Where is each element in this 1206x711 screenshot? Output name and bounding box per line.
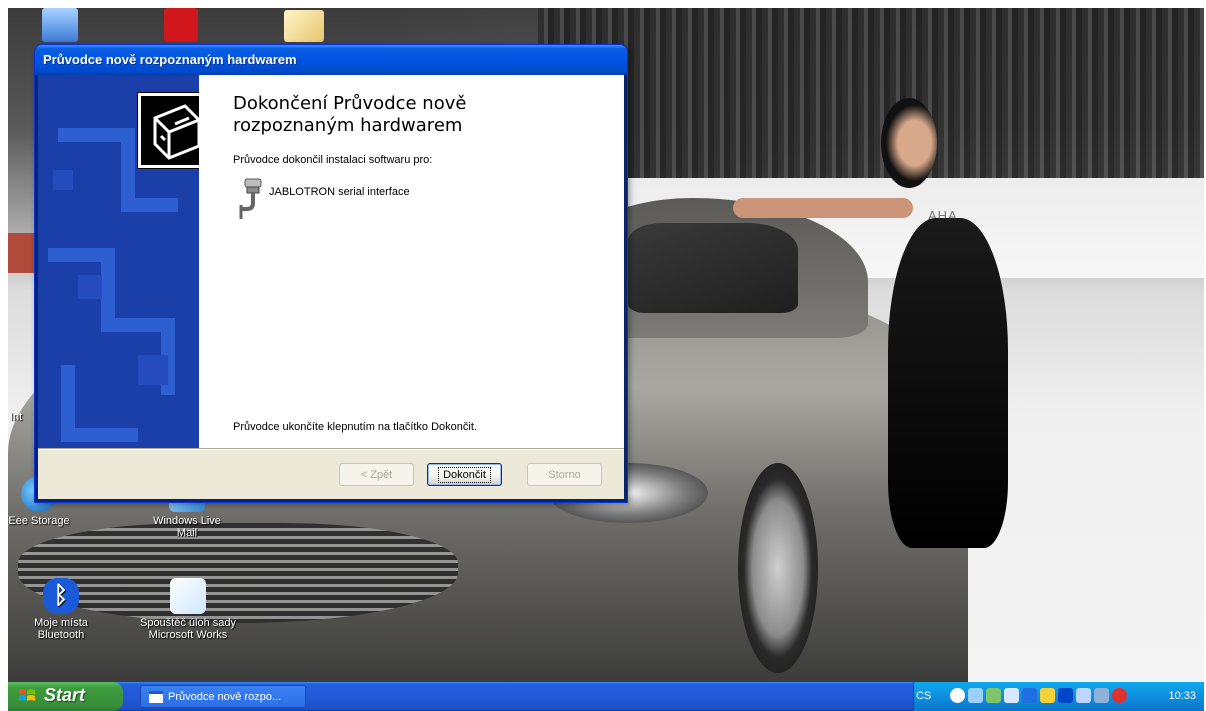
tray-icons <box>950 688 1127 703</box>
hardware-wizard-dialog: Průvodce nově rozpoznaným hardwarem Doko… <box>34 44 628 503</box>
display-icon[interactable] <box>1076 688 1091 703</box>
bluetooth-tray-icon[interactable] <box>1058 688 1073 703</box>
wallpaper-car-windshield <box>628 223 798 313</box>
my-computer-icon[interactable] <box>42 8 78 42</box>
taskbar-task-hardware-wizard[interactable]: Průvodce nově rozpo... <box>140 685 306 708</box>
volume-icon[interactable] <box>1004 688 1019 703</box>
network-icon[interactable] <box>968 688 983 703</box>
bluetooth-icon: ᛒ <box>43 578 79 614</box>
adobe-reader-icon[interactable] <box>164 8 198 42</box>
taskbar-task-label: Průvodce nově rozpo... <box>168 691 282 703</box>
dialog-separator <box>38 448 624 450</box>
dialog-title-bar[interactable]: Průvodce nově rozpoznaným hardwarem <box>35 45 627 75</box>
desktop-icon-bluetooth[interactable]: ᛒ Moje místa Bluetooth <box>16 578 106 641</box>
desktop-icon-label: Windows Live Mail <box>153 515 221 539</box>
start-label: Start <box>44 685 86 705</box>
battery-icon[interactable] <box>1022 688 1037 703</box>
desktop-icon-label: Spouštěč úloh sady Microsoft Works <box>139 617 236 641</box>
wallpaper-woman-arm <box>733 198 913 218</box>
window-icon <box>149 691 163 703</box>
wallpaper-car-wheel <box>738 463 818 673</box>
cancel-button[interactable]: Storno <box>527 463 602 486</box>
monitor-icon[interactable] <box>1094 688 1109 703</box>
wallpaper-woman-head <box>881 98 937 188</box>
desktop-icon-label: Moje místa Bluetooth <box>34 617 88 641</box>
back-button[interactable]: < Zpět <box>339 463 414 486</box>
hardware-icon[interactable] <box>1040 688 1055 703</box>
wallpaper-stand <box>538 8 1204 178</box>
desktop-icon-label: Eee Storage <box>8 515 70 527</box>
serial-port-icon <box>239 177 265 224</box>
dialog-client-area: Dokončení Průvodce nově rozpoznaným hard… <box>38 75 624 499</box>
safely-remove-hardware-icon[interactable] <box>986 688 1001 703</box>
finish-button-label: Dokončit <box>438 466 491 483</box>
language-indicator[interactable]: CS <box>916 690 931 702</box>
hardware-wizard-icon <box>137 92 199 169</box>
windows-flag-icon <box>19 689 35 701</box>
wizard-finish-hint: Průvodce ukončíte klepnutím na tlačítko … <box>233 421 477 433</box>
finish-button[interactable]: Dokončit <box>427 463 502 486</box>
works-task-launcher-icon <box>170 578 206 614</box>
show-hidden-icons-icon[interactable] <box>950 688 965 703</box>
security-icon[interactable] <box>1112 688 1127 703</box>
wizard-side-banner <box>38 75 199 448</box>
wizard-heading: Dokončení Průvodce nově rozpoznaným hard… <box>233 93 467 136</box>
wizard-content: Dokončení Průvodce nově rozpoznaným hard… <box>199 75 624 448</box>
folder-icon[interactable] <box>284 10 324 42</box>
dialog-title: Průvodce nově rozpoznaným hardwarem <box>43 52 297 67</box>
back-button-label: < Zpět <box>360 468 393 481</box>
desktop-icon-works-task-launcher[interactable]: Spouštěč úloh sady Microsoft Works <box>128 578 248 641</box>
device-name: JABLOTRON serial interface <box>269 186 410 198</box>
desktop-icon-partial-label: Int <box>10 411 23 423</box>
cancel-button-label: Storno <box>548 468 581 481</box>
wizard-subtitle: Průvodce dokončil instalaci softwaru pro… <box>233 154 433 166</box>
wallpaper-woman-dress <box>888 218 1008 548</box>
start-button[interactable]: Start <box>8 682 123 711</box>
taskbar: Start Průvodce nově rozpo... CS 10:33 <box>8 682 1204 711</box>
clock[interactable]: 10:33 <box>1168 690 1196 702</box>
